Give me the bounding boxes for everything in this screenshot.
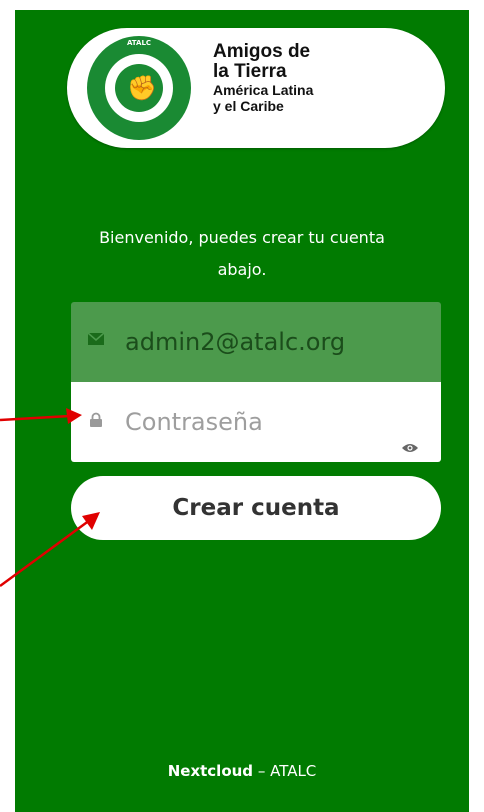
logo-text: Amigos de la Tierra América Latina y el … (213, 41, 413, 115)
footer-brand-link[interactable]: Nextcloud (168, 762, 253, 780)
fist-icon: ✊ (127, 74, 157, 102)
logo-line-4: y el Caribe (213, 98, 284, 114)
organization-logo: ATALC ✊ Amigos de la Tierra América Lati… (67, 28, 445, 148)
envelope-icon (87, 332, 105, 350)
logo-line-1: Amigos de (213, 41, 311, 62)
envelope-icon-svg (87, 332, 105, 345)
password-input[interactable] (123, 396, 407, 448)
lock-icon (87, 412, 105, 430)
eye-icon[interactable] (401, 439, 419, 452)
welcome-line-1: Bienvenido, puedes crear tu cuenta (99, 228, 385, 247)
login-panel: ATALC ✊ Amigos de la Tierra América Lati… (15, 10, 469, 812)
username-field (71, 302, 441, 382)
lock-icon-svg (90, 412, 102, 427)
logo-emblem-text: ATALC (126, 39, 152, 47)
footer: Nextcloud – ATALC (15, 762, 469, 780)
create-account-button[interactable]: Crear cuenta (71, 476, 441, 540)
logo-ring: ✊ (105, 54, 173, 122)
password-field (71, 382, 441, 462)
logo-line-3: América Latina (213, 82, 314, 98)
footer-separator: – (253, 762, 271, 780)
username-input[interactable] (123, 316, 407, 368)
footer-org: ATALC (270, 762, 317, 780)
logo-emblem: ATALC ✊ (87, 36, 191, 140)
welcome-line-2: abajo. (217, 260, 267, 279)
logo-line-2: la Tierra (213, 61, 287, 82)
eye-icon-svg (402, 444, 418, 452)
logo-ring-inner: ✊ (115, 64, 163, 112)
welcome-message: Bienvenido, puedes crear tu cuenta abajo… (15, 222, 469, 286)
